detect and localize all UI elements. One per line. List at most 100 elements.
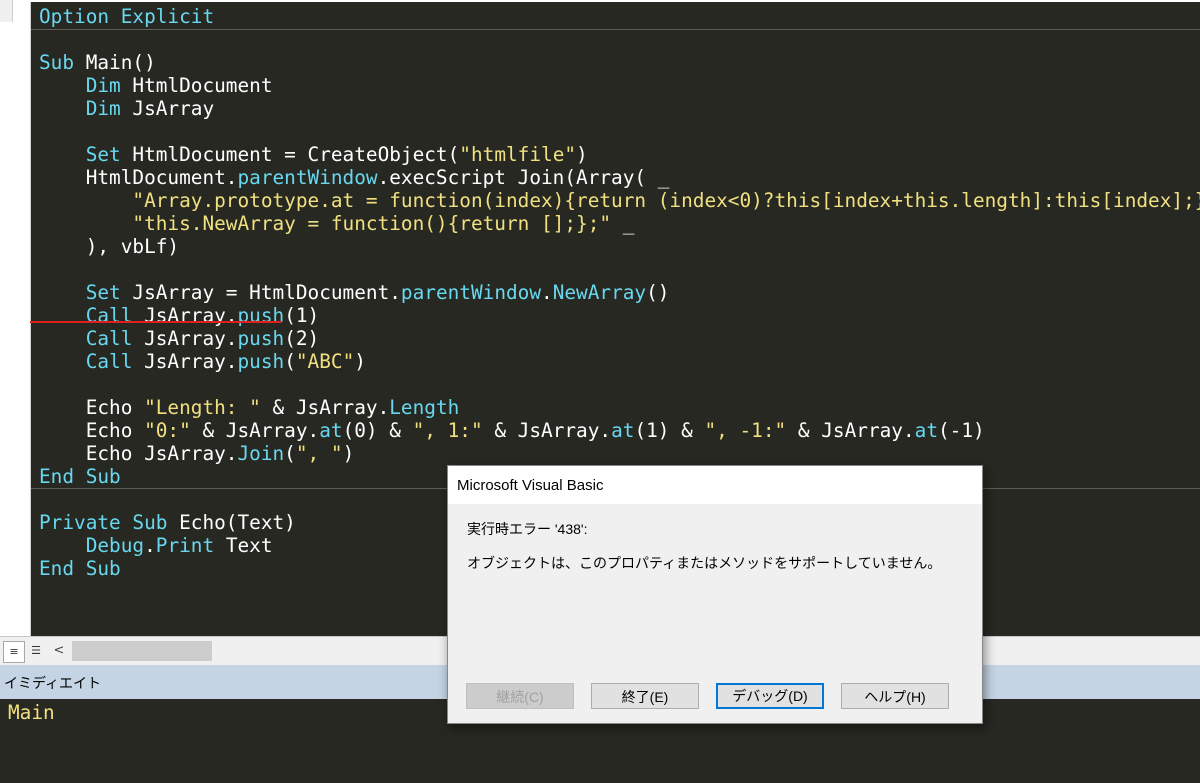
code-keyword: Sub xyxy=(39,51,75,74)
code-keyword: Option Explicit xyxy=(39,5,215,28)
code-text: JsArray. xyxy=(132,350,238,373)
code-keyword: push xyxy=(237,350,285,373)
code-string: ", -1:" xyxy=(704,419,787,442)
code-line[interactable]: Private Sub Echo(Text) xyxy=(39,511,296,534)
code-keyword: Call xyxy=(85,304,133,327)
code-keyword: at xyxy=(611,419,635,442)
code-text: Echo xyxy=(39,396,145,419)
code-line[interactable]: Sub Main() xyxy=(39,51,156,74)
code-line[interactable]: Call JsArray.push(1) xyxy=(39,304,320,327)
code-keyword: at xyxy=(914,419,938,442)
code-string: ", 1:" xyxy=(412,419,483,442)
code-text: HtmlDocument xyxy=(120,74,273,97)
code-text: JsArray. xyxy=(132,327,238,350)
dialog-title: Microsoft Visual Basic xyxy=(457,477,604,494)
code-text: ( xyxy=(284,442,296,465)
code-text: & JsArray. xyxy=(482,419,612,442)
code-string: ", " xyxy=(295,442,343,465)
code-text: JsArray. xyxy=(132,304,238,327)
code-keyword: Private Sub xyxy=(39,511,168,534)
code-text: . xyxy=(541,281,553,304)
runtime-error-dialog: Microsoft Visual Basic 実行時エラー '438': オブジ… xyxy=(447,465,983,724)
scroll-left-arrow[interactable]: < xyxy=(50,641,68,661)
code-text: (-1) xyxy=(938,419,985,442)
code-keyword: Dim xyxy=(85,97,121,120)
code-line[interactable]: End Sub xyxy=(39,557,121,580)
code-text: ) xyxy=(576,143,588,166)
code-text: ), vbLf) xyxy=(39,235,180,258)
code-line[interactable]: Debug.Print Text xyxy=(39,534,273,557)
code-line[interactable]: End Sub xyxy=(39,465,121,488)
code-string: "this.NewArray = function(){return [];};… xyxy=(132,212,612,235)
code-text: . xyxy=(144,534,156,557)
code-keyword: NewArray xyxy=(552,281,647,304)
debug-button[interactable]: デバッグ(D) xyxy=(716,683,824,709)
code-line[interactable]: Dim JsArray xyxy=(39,97,214,120)
code-line[interactable]: "this.NewArray = function(){return [];};… xyxy=(39,212,634,235)
code-line[interactable]: Call JsArray.push(2) xyxy=(39,327,320,350)
code-text: .execScript Join(Array( _ xyxy=(377,166,670,189)
code-keyword: push xyxy=(237,327,285,350)
margin-indicator-bar[interactable] xyxy=(0,0,31,636)
code-keyword: parentWindow xyxy=(237,166,378,189)
code-keyword: Print xyxy=(155,534,215,557)
error-underline xyxy=(30,321,282,323)
code-text: (1) & xyxy=(634,419,705,442)
code-line[interactable]: Echo "0:" & JsArray.at(0) & ", 1:" & JsA… xyxy=(39,419,985,442)
code-text: () xyxy=(646,281,670,304)
horizontal-scrollbar-thumb[interactable] xyxy=(72,641,212,661)
code-string: "ABC" xyxy=(295,350,355,373)
immediate-window-text: Main xyxy=(8,701,55,724)
code-keyword: at xyxy=(319,419,343,442)
code-keyword: Length xyxy=(389,396,460,419)
code-string: "0:" xyxy=(144,419,191,442)
dialog-titlebar[interactable]: Microsoft Visual Basic xyxy=(448,466,982,504)
code-line[interactable]: Echo "Length: " & JsArray.Length xyxy=(39,396,460,419)
code-keyword: Set xyxy=(85,281,121,304)
code-text: ( xyxy=(284,350,296,373)
code-text: JsArray = HtmlDocument. xyxy=(120,281,401,304)
help-button[interactable]: ヘルプ(H) xyxy=(841,683,949,709)
code-line[interactable]: Option Explicit xyxy=(39,5,214,28)
code-line[interactable]: Dim HtmlDocument xyxy=(39,74,273,97)
code-text: Main() xyxy=(74,51,156,74)
code-text: Echo(Text) xyxy=(167,511,296,534)
code-keyword: parentWindow xyxy=(400,281,542,304)
code-line[interactable]: HtmlDocument.parentWindow.execScript Joi… xyxy=(39,166,670,189)
code-text: ) xyxy=(342,442,355,465)
code-keyword: Call xyxy=(85,327,133,350)
procedure-view-icon[interactable]: ≡ xyxy=(3,641,25,663)
continue-button: 継続(C) xyxy=(466,683,574,709)
code-text: (1) xyxy=(284,304,320,327)
code-keyword: push xyxy=(237,304,285,327)
code-keyword: End Sub xyxy=(39,465,121,488)
code-keyword: End Sub xyxy=(39,557,121,580)
code-keyword: Call xyxy=(85,350,133,373)
end-button[interactable]: 終了(E) xyxy=(591,683,699,709)
code-text: Echo JsArray. xyxy=(39,442,238,465)
full-module-view-icon[interactable]: ☰ xyxy=(26,641,46,661)
code-keyword: Debug xyxy=(85,534,145,557)
code-line[interactable]: "Array.prototype.at = function(index){re… xyxy=(39,189,1200,212)
code-string: "htmlfile" xyxy=(459,143,577,166)
code-line[interactable]: Set JsArray = HtmlDocument.parentWindow.… xyxy=(39,281,670,304)
code-text: (2) xyxy=(284,327,320,350)
code-text: JsArray xyxy=(120,97,215,120)
code-keyword: Dim xyxy=(85,74,121,97)
error-message-text: オブジェクトは、このプロパティまたはメソッドをサポートしていません。 xyxy=(467,555,942,571)
code-line[interactable]: Call JsArray.push("ABC") xyxy=(39,350,366,373)
error-number-text: 実行時エラー '438': xyxy=(467,521,588,537)
code-line[interactable]: ), vbLf) xyxy=(39,235,179,258)
code-line[interactable]: Set HtmlDocument = CreateObject("htmlfil… xyxy=(39,143,588,166)
code-line[interactable]: Echo JsArray.Join(", ") xyxy=(39,442,355,465)
code-text: Text xyxy=(214,534,273,557)
